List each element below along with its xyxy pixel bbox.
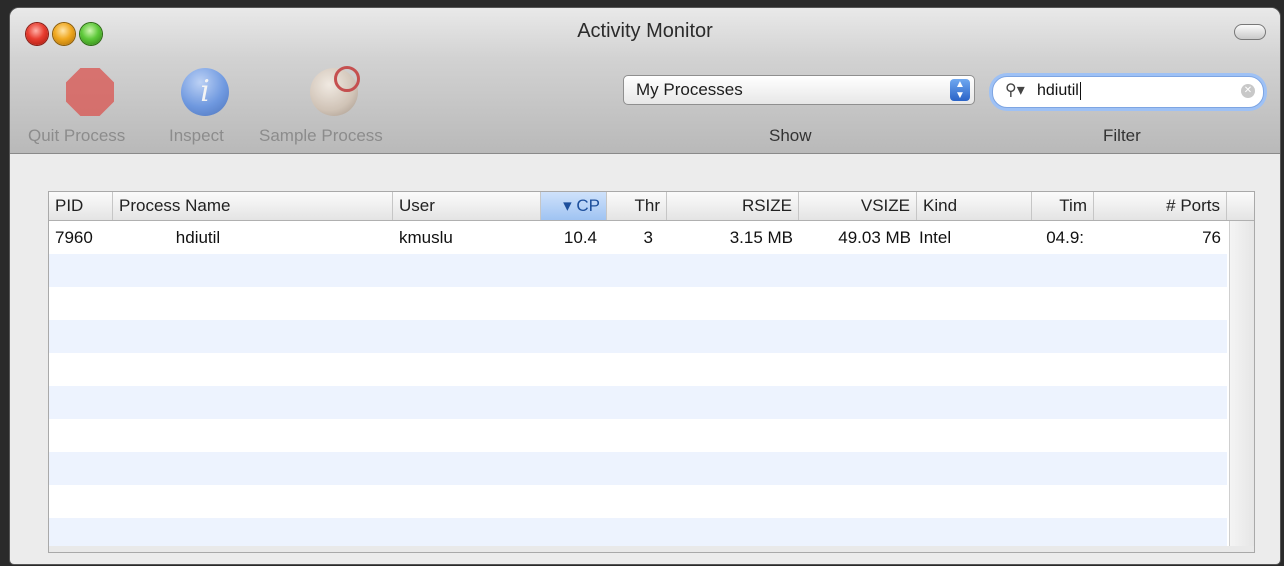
toolbar-toggle-button[interactable] bbox=[1234, 24, 1266, 40]
vertical-scrollbar[interactable] bbox=[1229, 221, 1254, 551]
sample-process-icon[interactable] bbox=[310, 66, 360, 116]
cell-ports: 76 bbox=[1202, 228, 1221, 247]
cell-threads: 3 bbox=[643, 228, 653, 247]
window-title: Activity Monitor bbox=[577, 20, 713, 42]
title-bar: Activity Monitor Quit Process i Inspect … bbox=[10, 8, 1280, 154]
column-header-ports[interactable]: # Ports bbox=[1094, 192, 1227, 220]
empty-row bbox=[49, 353, 1227, 386]
filter-search-field[interactable]: ⚲▾ hdiutil ✕ bbox=[992, 76, 1264, 108]
column-header-process-name[interactable]: Process Name bbox=[113, 192, 393, 220]
empty-row bbox=[49, 320, 1227, 353]
cell-rsize: 3.15 MB bbox=[729, 228, 793, 247]
empty-row bbox=[49, 452, 1227, 485]
cell-cpu: 10.4 bbox=[563, 228, 597, 247]
clear-search-icon[interactable]: ✕ bbox=[1241, 84, 1255, 98]
empty-row bbox=[49, 419, 1227, 452]
column-header-threads[interactable]: Thr bbox=[607, 192, 667, 220]
show-select-value: My Processes bbox=[636, 80, 743, 99]
column-header-rsize[interactable]: RSIZE bbox=[667, 192, 799, 220]
horizontal-scrollbar[interactable] bbox=[49, 546, 1254, 552]
search-icon: ⚲▾ bbox=[1005, 82, 1025, 99]
empty-row bbox=[49, 485, 1227, 518]
column-header-vsize[interactable]: VSIZE bbox=[799, 192, 917, 220]
empty-row bbox=[49, 287, 1227, 320]
column-header-cpu[interactable]: ▾ CP bbox=[541, 192, 607, 220]
sample-process-label[interactable]: Sample Process bbox=[259, 126, 383, 146]
cell-kind: Intel bbox=[919, 228, 952, 247]
show-label: Show bbox=[769, 126, 812, 145]
empty-row bbox=[49, 386, 1227, 419]
quit-process-icon[interactable] bbox=[66, 68, 114, 116]
table-rows: 7960 hdiutil kmuslu 10.4 3 3.15 MB 49.03… bbox=[49, 221, 1227, 551]
cell-vsize: 49.03 MB bbox=[838, 228, 911, 247]
select-arrows-icon: ▲ ▼ bbox=[950, 79, 970, 101]
cell-pid: 7960 bbox=[55, 228, 93, 247]
cell-process-name: hdiutil bbox=[175, 228, 221, 247]
activity-monitor-window: Activity Monitor Quit Process i Inspect … bbox=[10, 8, 1280, 564]
quit-process-label[interactable]: Quit Process bbox=[28, 126, 125, 146]
table-row[interactable]: 7960 hdiutil kmuslu 10.4 3 3.15 MB 49.03… bbox=[49, 221, 1227, 254]
column-header-user[interactable]: User bbox=[393, 192, 541, 220]
filter-input-text[interactable]: hdiutil bbox=[1037, 82, 1081, 100]
table-header: PID Process Name User ▾ CP Thr RSIZE VSI… bbox=[49, 192, 1254, 221]
inspect-icon[interactable]: i bbox=[181, 68, 229, 116]
cell-user: kmuslu bbox=[399, 228, 453, 247]
filter-label: Filter bbox=[1103, 126, 1141, 145]
empty-row bbox=[49, 254, 1227, 287]
column-header-pid[interactable]: PID bbox=[49, 192, 113, 220]
show-processes-select[interactable]: My Processes ▲ ▼ bbox=[623, 75, 975, 105]
process-table: PID Process Name User ▾ CP Thr RSIZE VSI… bbox=[48, 191, 1255, 553]
inspect-label[interactable]: Inspect bbox=[169, 126, 224, 146]
cell-time: 04.9: bbox=[1046, 228, 1084, 247]
column-header-time[interactable]: Tim bbox=[1032, 192, 1094, 220]
column-header-kind[interactable]: Kind bbox=[917, 192, 1032, 220]
